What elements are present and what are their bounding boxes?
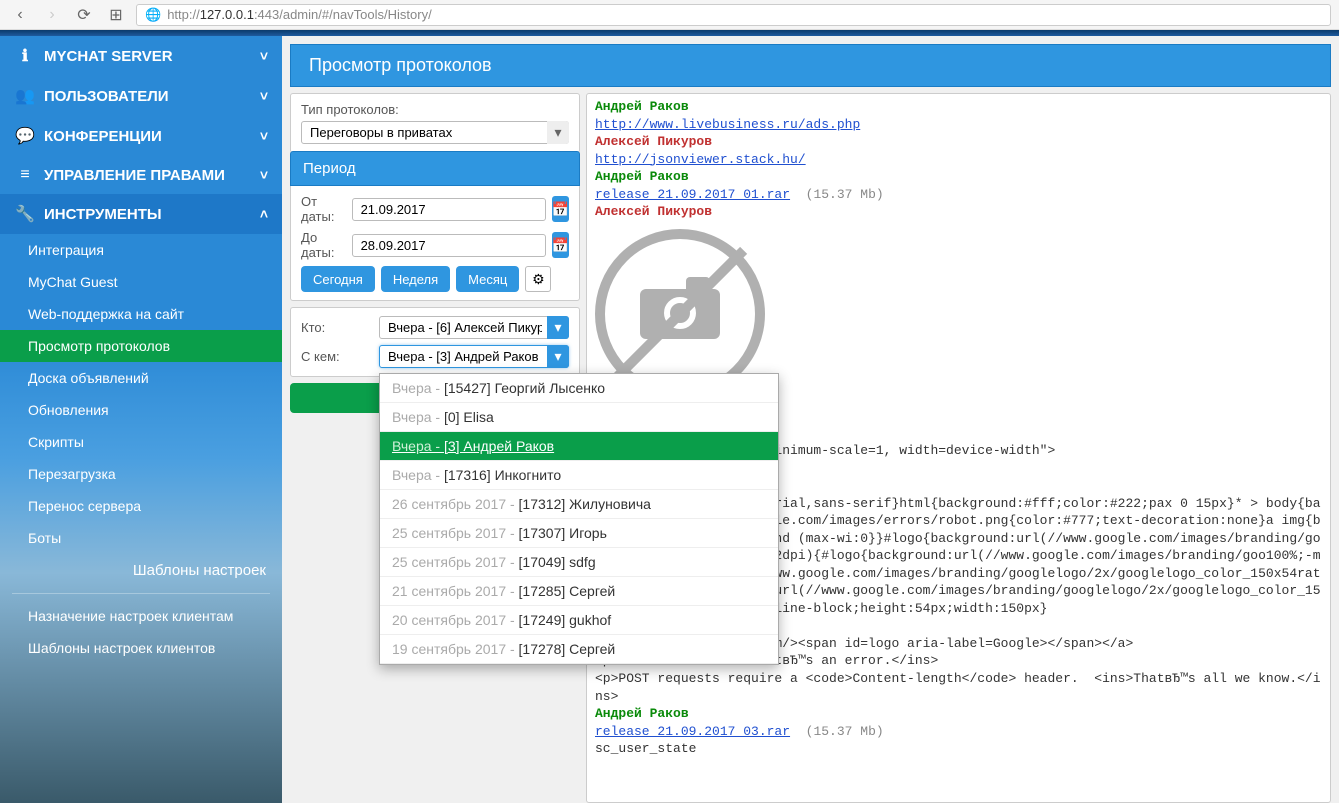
to-date-input[interactable] — [352, 234, 546, 257]
chevron-down-icon: ˅ — [260, 48, 268, 64]
divider — [12, 593, 270, 594]
url-bar[interactable]: 🌐 http://127.0.0.1:443/admin/#/navTools/… — [136, 4, 1331, 26]
log-sender: Андрей Раков — [595, 168, 1322, 186]
browser-toolbar: ‹ › ⟳ ⊞ 🌐 http://127.0.0.1:443/admin/#/n… — [0, 0, 1339, 30]
sidebar-label: ИНСТРУМЕНТЫ — [44, 206, 162, 223]
protocol-type-select[interactable] — [301, 121, 569, 144]
filters-panel: Тип протоколов: ▾ Период От даты: 📅 До д… — [290, 93, 580, 803]
with-select[interactable] — [379, 345, 569, 368]
url-host: 127.0.0.1 — [200, 7, 254, 22]
sidebar-item-integration[interactable]: Интеграция — [0, 234, 282, 266]
sidebar-item-history[interactable]: Просмотр протоколов — [0, 330, 282, 362]
sidebar-label: КОНФЕРЕНЦИИ — [44, 128, 162, 145]
log-sender: Алексей Пикуров — [595, 203, 1322, 221]
log-file-link[interactable]: release_21.09.2017_01.rar — [595, 187, 790, 202]
chevron-down-icon[interactable]: ▾ — [547, 345, 569, 368]
dropdown-item[interactable]: 21 сентябрь 2017 - [17285] Сергей — [380, 577, 778, 606]
type-label: Тип протоколов: — [301, 102, 569, 117]
back-button[interactable]: ‹ — [8, 3, 32, 27]
sidebar: ℹ MYCHAT SERVER ˅ 👥 ПОЛЬЗОВАТЕЛИ ˅ 💬 КОН… — [0, 36, 282, 803]
chevron-up-icon: ˄ — [260, 206, 268, 222]
url-prefix: http:// — [167, 7, 200, 22]
chevron-down-icon: ˅ — [260, 167, 268, 183]
from-date-input[interactable] — [352, 198, 546, 221]
sidebar-item-websupport[interactable]: Web-поддержка на сайт — [0, 298, 282, 330]
chevron-down-icon[interactable]: ▾ — [547, 316, 569, 339]
chevron-down-icon[interactable]: ▾ — [547, 121, 569, 144]
sidebar-item-board[interactable]: Доска объявлений — [0, 362, 282, 394]
log-sender: Андрей Раков — [595, 98, 1322, 116]
log-code: sc_user_state — [595, 740, 1322, 758]
sidebar-label: MYCHAT SERVER — [44, 48, 173, 65]
sidebar-section-conf[interactable]: 💬 КОНФЕРЕНЦИИ ˅ — [0, 116, 282, 156]
sidebar-label: ПОЛЬЗОВАТЕЛИ — [44, 88, 169, 105]
camera-icon — [640, 289, 720, 339]
from-date-label: От даты: — [301, 194, 346, 224]
users-icon: 👥 — [14, 86, 36, 106]
dropdown-item[interactable]: 19 сентябрь 2017 - [17278] Сергей — [380, 635, 778, 664]
dropdown-item[interactable]: Вчера - [15427] Георгий Лысенко — [380, 374, 778, 403]
sidebar-item-updates[interactable]: Обновления — [0, 394, 282, 426]
sidebar-section-rights[interactable]: ≡ УПРАВЛЕНИЕ ПРАВАМИ ˅ — [0, 156, 282, 194]
log-link[interactable]: http://jsonviewer.stack.hu/ — [595, 152, 806, 167]
dropdown-item[interactable]: Вчера - [0] Elisa — [380, 403, 778, 432]
sidebar-item-bots[interactable]: Боты — [0, 522, 282, 554]
dropdown-item[interactable]: 20 сентябрь 2017 - [17249] gukhof — [380, 606, 778, 635]
sidebar-label: УПРАВЛЕНИЕ ПРАВАМИ — [44, 167, 225, 184]
sidebar-item-guest[interactable]: MyChat Guest — [0, 266, 282, 298]
page-title: Просмотр протоколов — [290, 44, 1331, 87]
info-icon: ℹ — [14, 46, 36, 66]
chat-icon: 💬 — [14, 126, 36, 146]
chevron-down-icon: ˅ — [260, 88, 268, 104]
week-button[interactable]: Неделя — [381, 266, 450, 292]
sidebar-section-tools[interactable]: 🔧 ИНСТРУМЕНТЫ ˄ — [0, 194, 282, 234]
wrench-icon: 🔧 — [14, 204, 36, 224]
log-file-link[interactable]: release_21.09.2017_03.rar — [595, 724, 790, 739]
list-icon: ≡ — [14, 166, 36, 184]
main: Просмотр протоколов Тип протоколов: ▾ Пе… — [282, 36, 1339, 803]
url-path: :443/admin/#/navTools/History/ — [254, 7, 432, 22]
dropdown-item[interactable]: 25 сентябрь 2017 - [17049] sdfg — [380, 548, 778, 577]
sidebar-templates-label[interactable]: Шаблоны настроек — [0, 554, 282, 587]
forward-button[interactable]: › — [40, 3, 64, 27]
dropdown-item[interactable]: Вчера - [3] Андрей Раков — [380, 432, 778, 461]
log-sender: Алексей Пикуров — [595, 133, 1322, 151]
reload-button[interactable]: ⟳ — [72, 3, 96, 27]
sidebar-item-migrate[interactable]: Перенос сервера — [0, 490, 282, 522]
to-date-label: До даты: — [301, 230, 346, 260]
apps-button[interactable]: ⊞ — [104, 3, 128, 27]
who-select[interactable] — [379, 316, 569, 339]
sidebar-item-assign[interactable]: Назначение настроек клиентам — [0, 600, 282, 632]
calendar-icon[interactable]: 📅 — [552, 232, 569, 258]
log-code: <p>POST requests require a <code>Content… — [595, 670, 1322, 705]
period-title: Период — [290, 151, 580, 186]
with-dropdown: Вчера - [15427] Георгий ЛысенкоВчера - [… — [379, 373, 779, 665]
sidebar-item-scripts[interactable]: Скрипты — [0, 426, 282, 458]
dropdown-item[interactable]: 25 сентябрь 2017 - [17307] Игорь — [380, 519, 778, 548]
who-label: Кто: — [301, 320, 373, 335]
today-button[interactable]: Сегодня — [301, 266, 375, 292]
chevron-down-icon: ˅ — [260, 128, 268, 144]
calendar-icon[interactable]: 📅 — [552, 196, 569, 222]
dropdown-item[interactable]: 26 сентябрь 2017 - [17312] Жилуновича — [380, 490, 778, 519]
month-button[interactable]: Месяц — [456, 266, 519, 292]
sidebar-item-reboot[interactable]: Перезагрузка — [0, 458, 282, 490]
sidebar-section-users[interactable]: 👥 ПОЛЬЗОВАТЕЛИ ˅ — [0, 76, 282, 116]
sidebar-item-client-templates[interactable]: Шаблоны настроек клиентов — [0, 632, 282, 664]
dropdown-item[interactable]: Вчера - [17316] Инкогнито — [380, 461, 778, 490]
log-file-size: (15.37 Mb) — [806, 724, 884, 739]
log-file-size: (15.37 Mb) — [806, 187, 884, 202]
settings-icon[interactable]: ⚙ — [525, 266, 551, 292]
with-label: С кем: — [301, 349, 373, 364]
log-sender: Андрей Раков — [595, 705, 1322, 723]
log-link[interactable]: http://www.livebusiness.ru/ads.php — [595, 117, 860, 132]
sidebar-section-server[interactable]: ℹ MYCHAT SERVER ˅ — [0, 36, 282, 76]
